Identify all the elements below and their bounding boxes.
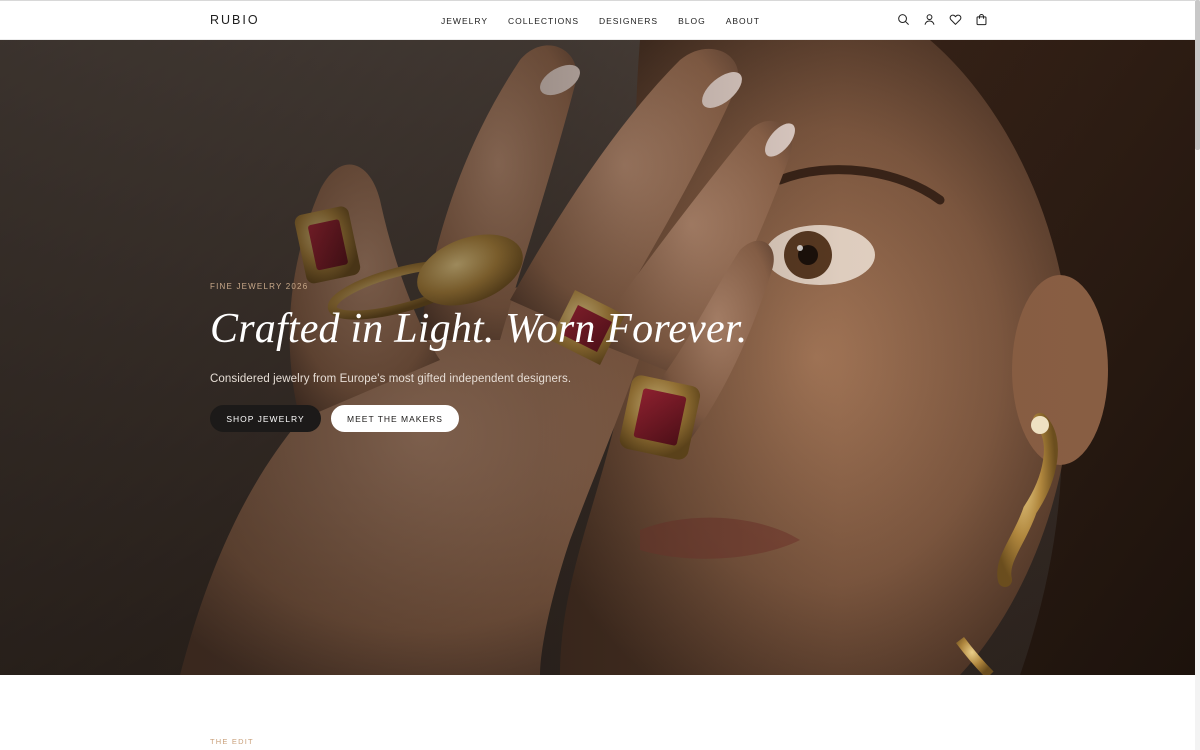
header-icons: [897, 13, 1001, 26]
nav-item-designers[interactable]: DESIGNERS: [599, 16, 658, 26]
the-edit-section: THE EDIT: [0, 675, 1200, 750]
scrollbar-thumb[interactable]: [1195, 0, 1200, 150]
meet-the-makers-button[interactable]: MEET THE MAKERS: [331, 405, 459, 432]
wishlist-heart-icon[interactable]: [949, 13, 962, 26]
account-icon[interactable]: [923, 13, 936, 26]
main-nav: JEWELRY COLLECTIONS DESIGNERS BLOG ABOUT: [441, 16, 780, 26]
hero-title: Crafted in Light. Worn Forever.: [210, 306, 748, 352]
logo[interactable]: RUBIO: [210, 13, 260, 27]
nav-item-jewelry[interactable]: JEWELRY: [441, 16, 488, 26]
nav-item-blog[interactable]: BLOG: [678, 16, 706, 26]
hero-eyebrow: FINE JEWELRY 2026: [210, 282, 309, 291]
shop-jewelry-button[interactable]: SHOP JEWELRY: [210, 405, 321, 432]
hero-section: FINE JEWELRY 2026 Crafted in Light. Worn…: [0, 40, 1200, 675]
section-eyebrow: THE EDIT: [210, 737, 254, 746]
shopping-bag-icon[interactable]: [975, 13, 988, 26]
site-header: RUBIO JEWELRY COLLECTIONS DESIGNERS BLOG…: [0, 0, 1200, 40]
hero-content: FINE JEWELRY 2026 Crafted in Light. Worn…: [210, 282, 830, 432]
nav-item-collections[interactable]: COLLECTIONS: [508, 16, 579, 26]
search-icon[interactable]: [897, 13, 910, 26]
nav-item-about[interactable]: ABOUT: [726, 16, 760, 26]
hero-cta-group: SHOP JEWELRY MEET THE MAKERS: [210, 405, 830, 432]
hero-subtitle: Considered jewelry from Europe's most gi…: [210, 373, 572, 385]
